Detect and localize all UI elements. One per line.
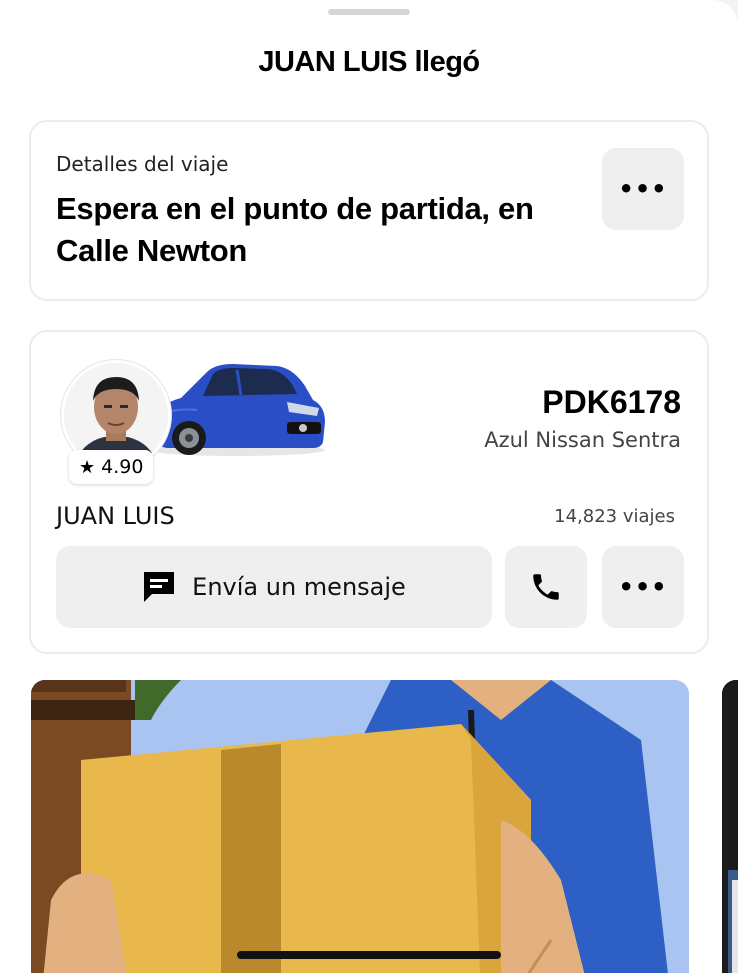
home-indicator: [237, 951, 501, 959]
more-horizontal-icon: •••: [618, 573, 668, 601]
trip-status-heading: Espera en el punto de partida, en Calle …: [56, 191, 534, 268]
person-holding-box-illustration: [31, 680, 689, 973]
sheet-grabber[interactable]: [328, 9, 410, 15]
trip-details-card: Detalles del viaje Espera en el punto de…: [29, 120, 709, 301]
trip-details-label: Detalles del viaje: [56, 152, 229, 176]
promo-thumbnail: [722, 680, 738, 973]
driver-trip-count: 14,823 viajes: [554, 506, 675, 527]
trip-sheet: JUAN LUIS llegó Detalles del viaje Esper…: [0, 0, 738, 973]
more-horizontal-icon: •••: [618, 175, 668, 203]
car-model: Azul Nissan Sentra: [484, 428, 681, 452]
message-icon: [144, 572, 175, 602]
send-message-button[interactable]: Envía un mensaje: [56, 546, 492, 628]
driver-rating-value: 4.90: [101, 456, 144, 478]
driver-more-button[interactable]: •••: [602, 546, 684, 628]
driver-card: ★ 4.90 PDK6178 Azul Nissan Sentra JUAN L…: [29, 330, 709, 654]
page-title: JUAN LUIS llegó: [258, 46, 480, 78]
star-icon: ★: [79, 456, 96, 478]
driver-rating-badge: ★ 4.90: [69, 450, 154, 484]
license-plate: PDK6178: [542, 384, 681, 420]
phone-icon: [533, 574, 559, 600]
promo-card[interactable]: [31, 680, 689, 973]
trip-more-button[interactable]: •••: [602, 148, 684, 230]
call-button[interactable]: [505, 546, 587, 628]
next-promo-card[interactable]: [722, 680, 738, 973]
send-message-label: Envía un mensaje: [192, 573, 406, 601]
driver-name: JUAN LUIS: [56, 502, 175, 530]
